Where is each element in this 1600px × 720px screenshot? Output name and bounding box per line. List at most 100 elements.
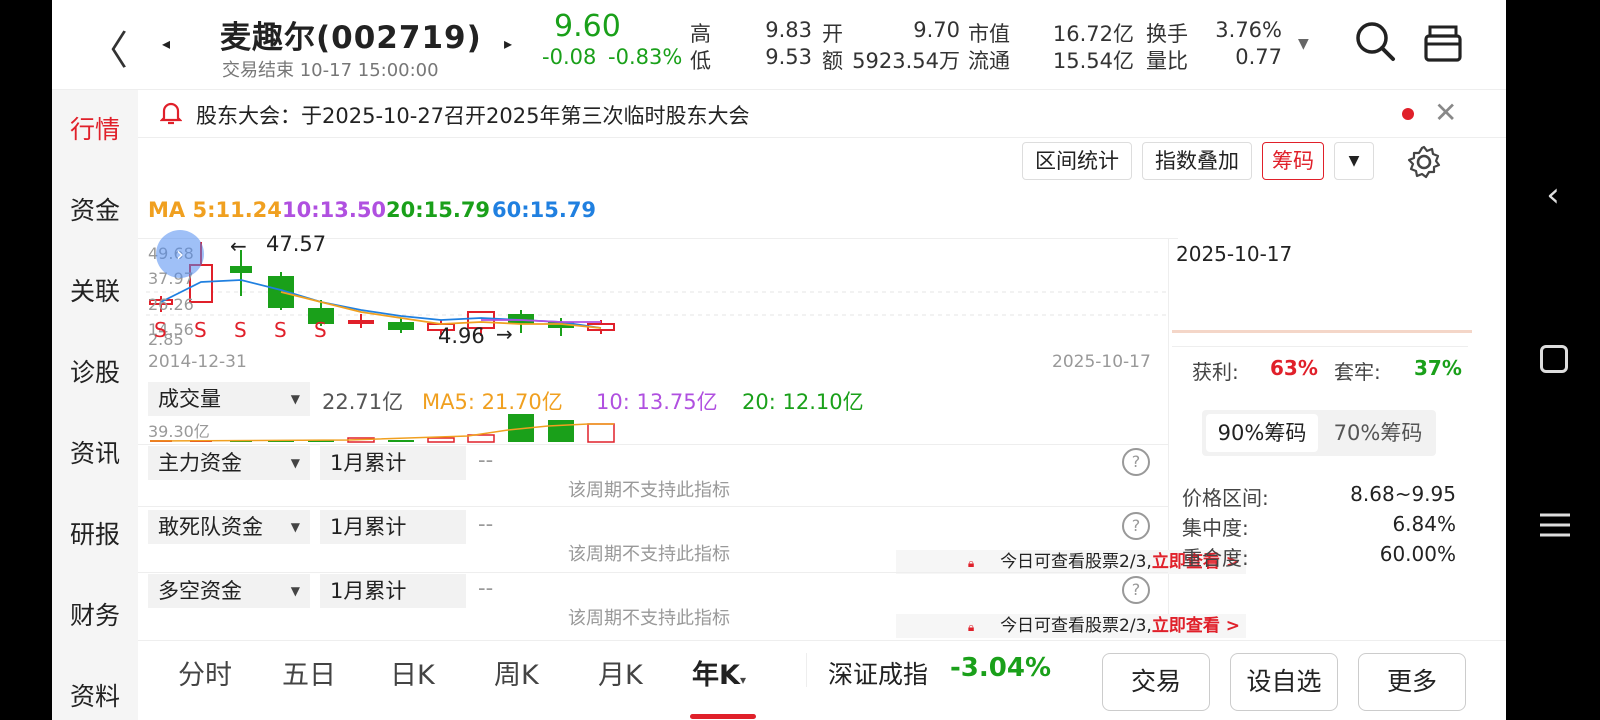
price-range-value: 8.68~9.95 bbox=[1350, 482, 1456, 506]
low-label: 低 bbox=[690, 49, 711, 73]
s-marker-3: S bbox=[234, 318, 247, 342]
tab-daily-k[interactable]: 日K bbox=[390, 653, 435, 692]
chips-distribution-chart bbox=[1172, 330, 1472, 333]
view-limit-text-1: 今日可查看股票2/3, bbox=[1000, 552, 1152, 572]
s-marker-1: S bbox=[154, 318, 167, 342]
nav-quote[interactable]: 行情 bbox=[52, 90, 138, 170]
help-icon[interactable]: ? bbox=[1122, 576, 1150, 604]
view-now-link-2[interactable]: 立即查看 > bbox=[1152, 616, 1240, 636]
concentration-label: 集中度: bbox=[1182, 516, 1249, 540]
close-icon[interactable]: ✕ bbox=[1434, 96, 1457, 129]
expand-dropdown-icon[interactable]: ▼ bbox=[1298, 36, 1309, 52]
overlap-value: 60.00% bbox=[1379, 542, 1456, 566]
chart-right-divider bbox=[1168, 238, 1169, 638]
help-icon[interactable]: ? bbox=[1122, 512, 1150, 540]
system-recents-icon[interactable] bbox=[1540, 345, 1568, 373]
nav-profile[interactable]: 资料 bbox=[52, 657, 138, 720]
mktcap-value: 16.72亿 bbox=[1052, 22, 1134, 46]
indicator-value-2: -- bbox=[478, 512, 494, 536]
tab-intraday[interactable]: 分时 bbox=[178, 653, 232, 692]
profit-label: 获利: bbox=[1192, 360, 1239, 384]
indicator-selector-1[interactable]: 主力资金 ▼ bbox=[148, 446, 310, 480]
indicator-msg-3: 该周期不支持此指标 bbox=[568, 608, 730, 629]
app-screen: 〈 ◂ 麦趣尔(002719) ▸ 交易结束 10-17 15:00:00 9.… bbox=[52, 0, 1506, 720]
view-limit-text-2: 今日可查看股票2/3, bbox=[1000, 616, 1152, 636]
low-value: 9.53 bbox=[765, 45, 812, 69]
candle-2021 bbox=[388, 322, 414, 330]
active-tab-indicator bbox=[690, 714, 756, 719]
volratio-value: 0.77 bbox=[1235, 45, 1282, 69]
high-label: 高 bbox=[690, 22, 711, 46]
tab-divider bbox=[806, 653, 807, 687]
system-menu-icon[interactable] bbox=[1540, 512, 1570, 542]
chevron-down-icon: ▼ bbox=[290, 456, 300, 470]
tab-70-chips[interactable]: 70%筹码 bbox=[1322, 414, 1434, 452]
tab-five-day[interactable]: 五日 bbox=[282, 653, 336, 692]
max-price-marker: 47.57 bbox=[266, 232, 327, 256]
system-nav-bar: ‹ bbox=[1506, 0, 1600, 720]
chips-dropdown-icon[interactable]: ▼ bbox=[1334, 142, 1374, 180]
next-stock-icon[interactable]: ▸ bbox=[504, 34, 512, 53]
turnover-label: 换手 bbox=[1146, 22, 1188, 46]
s-marker-4: S bbox=[274, 318, 287, 342]
indicator-divider-3 bbox=[138, 572, 1168, 573]
ma60-label: 60:15.79 bbox=[492, 198, 597, 222]
chevron-down-icon: ▾ bbox=[739, 673, 746, 687]
system-back-icon[interactable]: ‹ bbox=[1536, 178, 1570, 212]
volratio-label: 量比 bbox=[1146, 49, 1188, 73]
index-overlay-button[interactable]: 指数叠加 bbox=[1142, 142, 1252, 180]
volume-chart[interactable] bbox=[138, 410, 1168, 444]
nav-research[interactable]: 研报 bbox=[52, 495, 138, 575]
trade-status: 交易结束 10-17 15:00:00 bbox=[222, 60, 439, 81]
indicator-name-3: 多空资金 bbox=[158, 579, 242, 603]
lock-icon: 🔒︎ bbox=[967, 556, 979, 570]
s-marker-2: S bbox=[194, 318, 207, 342]
amount-value: 5923.54万 bbox=[852, 49, 960, 73]
min-price-marker: 4.96 bbox=[438, 324, 485, 348]
view-limit-notice-2[interactable]: 🔒︎ 今日可查看股票2/3,立即查看 > bbox=[896, 614, 1246, 638]
tab-yearly-k[interactable]: 年K▾ bbox=[692, 653, 746, 692]
expand-chart-icon[interactable]: › bbox=[156, 230, 204, 278]
indicator-value-3: -- bbox=[478, 576, 494, 600]
chips-button[interactable]: 筹码 bbox=[1262, 142, 1324, 180]
index-change: -3.04% bbox=[950, 653, 1051, 683]
tab-weekly-k[interactable]: 周K bbox=[494, 653, 539, 692]
trapped-value: 37% bbox=[1414, 356, 1462, 380]
indicator-selector-3[interactable]: 多空资金 ▼ bbox=[148, 574, 310, 608]
mktcap-label: 市值 bbox=[968, 22, 1010, 46]
settings-gear-icon[interactable] bbox=[1406, 144, 1442, 184]
prev-stock-icon[interactable]: ◂ bbox=[162, 34, 170, 53]
tab-90-chips[interactable]: 90%筹码 bbox=[1206, 414, 1318, 452]
indicator-selector-2[interactable]: 敢死队资金 ▼ bbox=[148, 510, 310, 544]
portfolio-icon[interactable] bbox=[1424, 24, 1462, 66]
nav-diagnosis[interactable]: 诊股 bbox=[52, 333, 138, 413]
interval-stats-button[interactable]: 区间统计 bbox=[1022, 142, 1132, 180]
stock-title: 麦趣尔(002719) bbox=[220, 20, 482, 56]
price-change-pct: -0.83% bbox=[608, 45, 683, 69]
trade-button[interactable]: 交易 bbox=[1102, 653, 1210, 711]
notice-bar[interactable]: 股东大会：于2025-10-27召开2025年第三次临时股东大会 ✕ bbox=[138, 90, 1506, 138]
period-selector-1[interactable]: 1月累计 bbox=[320, 446, 466, 480]
nav-related[interactable]: 关联 bbox=[52, 252, 138, 332]
candle-2017 bbox=[230, 266, 252, 273]
more-button[interactable]: 更多 bbox=[1358, 653, 1466, 711]
open-value: 9.70 bbox=[913, 18, 960, 42]
period-selector-3[interactable]: 1月累计 bbox=[320, 574, 466, 608]
s-marker-5: S bbox=[314, 318, 327, 342]
notice-text: 股东大会：于2025-10-27召开2025年第三次临时股东大会 bbox=[196, 104, 750, 128]
nav-news[interactable]: 资讯 bbox=[52, 414, 138, 494]
tab-monthly-k[interactable]: 月K bbox=[598, 653, 643, 692]
search-icon[interactable] bbox=[1354, 20, 1396, 66]
ma5-label: MA 5:11.24 bbox=[148, 198, 282, 222]
indicator-msg-2: 该周期不支持此指标 bbox=[568, 544, 730, 565]
indicator-divider-1 bbox=[138, 444, 1168, 445]
help-icon[interactable]: ? bbox=[1122, 448, 1150, 476]
nav-finance[interactable]: 财务 bbox=[52, 576, 138, 656]
add-watchlist-button[interactable]: 设自选 bbox=[1230, 653, 1338, 711]
period-selector-2[interactable]: 1月累计 bbox=[320, 510, 466, 544]
index-name[interactable]: 深证成指 bbox=[828, 655, 928, 691]
unread-dot bbox=[1402, 108, 1414, 120]
back-icon[interactable]: 〈 bbox=[88, 18, 128, 76]
nav-funds[interactable]: 资金 bbox=[52, 171, 138, 251]
chips-divider bbox=[1172, 346, 1468, 347]
